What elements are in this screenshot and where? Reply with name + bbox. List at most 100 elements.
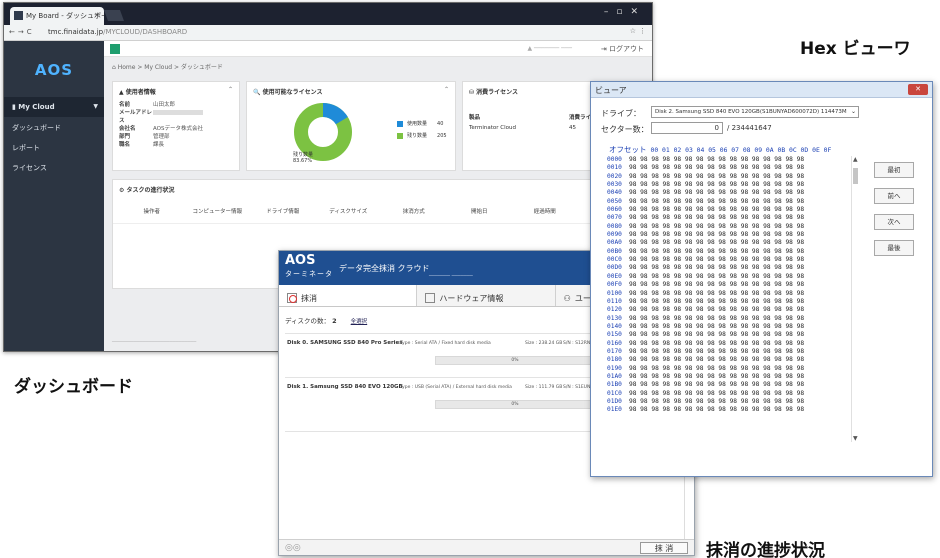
disk-progress-bar: 0% — [435, 400, 595, 409]
disk-name: Disk 0. SAMSUNG SSD 840 Pro Series — [287, 340, 403, 346]
disk-serial: S/N : S12RNE — [563, 341, 594, 346]
dashboard-footer: ──────────────────────────── — [112, 339, 197, 345]
collapse-icon[interactable]: ⌃ — [444, 86, 449, 93]
close-tab-icon[interactable]: × — [94, 11, 100, 19]
prev-button[interactable]: 前へ — [874, 188, 914, 204]
hex-offset: 01B0 — [607, 381, 622, 389]
tab-erase[interactable]: 抹消 — [279, 285, 418, 306]
last-button[interactable]: 最後 — [874, 240, 914, 256]
next-button[interactable]: 次へ — [874, 214, 914, 230]
user-field-value: 山田太郎 — [153, 102, 176, 108]
offset-header: オフセット 00 01 02 03 04 05 06 07 08 09 0A 0B… — [609, 144, 831, 155]
hex-offset: 0190 — [607, 364, 622, 372]
terminator-logo-text: AOS — [285, 253, 316, 268]
user-field-key: 部門 — [119, 134, 131, 140]
hex-row: 0100 98 98 98 98 98 98 98 98 98 98 98 98 … — [607, 290, 859, 298]
nav-buttons-icon[interactable]: ←→C — [9, 28, 35, 36]
hex-offset: 0020 — [607, 172, 622, 180]
hex-row: 0040 98 98 98 98 98 98 98 98 98 98 98 98 … — [607, 189, 859, 197]
logout-label: ログアウト — [609, 45, 644, 53]
user-field-key: 会社名 — [119, 126, 136, 132]
hex-title-bar: ビューア ✕ — [591, 82, 932, 98]
hex-offset: 00D0 — [607, 264, 622, 272]
hex-bytes: 98 98 98 98 98 98 98 98 98 98 98 98 98 9… — [629, 239, 805, 247]
task-card-title: タスクの進行状況 — [126, 187, 175, 194]
hex-bytes: 98 98 98 98 98 98 98 98 98 98 98 98 98 9… — [629, 389, 805, 397]
task-card-header: ⚙ タスクの進行状況 — [119, 187, 175, 194]
hex-row: 01D0 98 98 98 98 98 98 98 98 98 98 98 98 … — [607, 398, 859, 406]
task-col: ドライブ情報 — [266, 209, 300, 215]
scroll-up-icon[interactable]: ▲ — [853, 156, 858, 163]
progress-text: 0% — [511, 402, 519, 407]
sidebar-item-report[interactable]: レポート — [4, 137, 104, 157]
hex-offset: 0060 — [607, 206, 622, 214]
legend-value: 205 — [437, 132, 447, 139]
sidebar-item-license[interactable]: ライセンス — [4, 157, 104, 177]
consumed-card-title: 消費ライセンス — [476, 89, 519, 96]
legend-swatch — [397, 120, 403, 127]
terminator-title: データ完全抹消 クラウド — [339, 264, 430, 273]
first-button[interactable]: 最初 — [874, 162, 914, 178]
tab-label: 抹消 — [301, 293, 317, 303]
hex-offset: 0100 — [607, 289, 622, 297]
hex-dump-grid: 0000 98 98 98 98 98 98 98 98 98 98 98 98 … — [607, 156, 859, 415]
url-path: /MYCLOUD/DASHBOARD — [103, 28, 188, 36]
hex-row: 0160 98 98 98 98 98 98 98 98 98 98 98 98 … — [607, 340, 859, 348]
close-icon[interactable]: ✕ — [908, 84, 928, 95]
hex-scrollbar[interactable]: ▲ ▼ — [851, 156, 859, 442]
url-field[interactable]: tmc.finaidata.jp/MYCLOUD/DASHBOARD — [48, 28, 187, 36]
aos-logo: AOS — [34, 61, 74, 79]
select-all-link[interactable]: 全選択 — [351, 319, 368, 325]
sidebar-item-my-cloud[interactable]: ▮ My Cloud ▼ — [4, 97, 104, 117]
url-host: tmc.finaidata.jp — [48, 28, 104, 36]
hex-offset: 01D0 — [607, 397, 622, 405]
browser-tab[interactable]: My Board - ダッシュボード × — [10, 7, 104, 25]
hex-offset: 0080 — [607, 222, 622, 230]
browser-menu-icon[interactable]: ⋮ — [639, 27, 646, 35]
hex-row: 01B0 98 98 98 98 98 98 98 98 98 98 98 98 … — [607, 381, 859, 389]
license-card-title: 使用可能なライセンス — [262, 89, 323, 96]
scroll-thumb[interactable] — [853, 168, 858, 184]
browser-tab-title: My Board - ダッシュボード — [26, 12, 104, 20]
offset-columns: 00 01 02 03 04 05 06 07 08 09 0A 0B 0C 0… — [650, 146, 832, 154]
sidebar-item-dashboard[interactable]: ダッシュボード — [4, 117, 104, 137]
hex-row: 0090 98 98 98 98 98 98 98 98 98 98 98 98 … — [607, 231, 859, 239]
hex-bytes: 98 98 98 98 98 98 98 98 98 98 98 98 98 9… — [629, 406, 805, 414]
hex-offset: 0040 — [607, 189, 622, 197]
hex-bytes: 98 98 98 98 98 98 98 98 98 98 98 98 98 9… — [629, 347, 805, 355]
progress-text: 0% — [511, 358, 519, 363]
drive-select[interactable]: Disk 2. Samsung SSD 840 EVO 120GB(S1BUNY… — [651, 106, 859, 118]
license-donut-chart: 残り数量 83.67% — [291, 100, 355, 168]
hex-row: 0180 98 98 98 98 98 98 98 98 98 98 98 98 … — [607, 356, 859, 364]
bookmark-star-icon[interactable]: ☆ — [630, 27, 636, 35]
hex-bytes: 98 98 98 98 98 98 98 98 98 98 98 98 98 9… — [629, 297, 805, 305]
disk-count-label: ディスクの数： — [285, 317, 331, 325]
task-table-header: 操作者 コンピューター情報 ドライブ情報 ディスクサイズ 抹消方式 開始日 経過… — [113, 199, 649, 224]
scroll-down-icon[interactable]: ▼ — [853, 435, 858, 442]
tab-hardware-info[interactable]: ハードウェア情報 — [417, 285, 556, 306]
user-card-title: 使用者情報 — [125, 89, 156, 96]
erase-button[interactable]: 抹 消 — [640, 542, 688, 554]
status-dots-icon: ◎◎ — [285, 543, 301, 553]
user-field-key: 名前 — [119, 102, 131, 108]
user-field-value: 課長 — [153, 142, 165, 148]
sidebar-item-label: ダッシュボード — [12, 124, 61, 132]
sidebar-item-label: My Cloud — [18, 103, 55, 111]
sector-input[interactable]: 0 — [651, 122, 723, 134]
hex-row: 01E0 98 98 98 98 98 98 98 98 98 98 98 98 … — [607, 406, 859, 414]
sector-total: / 234441647 — [727, 124, 772, 132]
logout-link[interactable]: ⇥ ログアウト — [601, 44, 644, 54]
user-menu[interactable]: ▲ ─────── ─── — [527, 45, 572, 52]
hex-offset: 0090 — [607, 231, 622, 239]
hex-offset: 0010 — [607, 164, 622, 172]
terminator-status: ─────── ─────── — [429, 273, 473, 279]
user-field-key: メールアドレス — [119, 110, 153, 124]
chevron-down-icon: ⌄ — [850, 108, 856, 115]
disk-count-value: 2 — [332, 317, 337, 325]
hex-bytes: 98 98 98 98 98 98 98 98 98 98 98 98 98 9… — [629, 164, 805, 172]
menu-toggle-button[interactable] — [110, 44, 120, 54]
legend-used: 使用数量 40 — [397, 120, 443, 127]
window-controls[interactable]: –▫✕ — [604, 7, 646, 17]
collapse-icon[interactable]: ⌃ — [228, 86, 233, 93]
new-tab-button[interactable] — [103, 10, 125, 21]
